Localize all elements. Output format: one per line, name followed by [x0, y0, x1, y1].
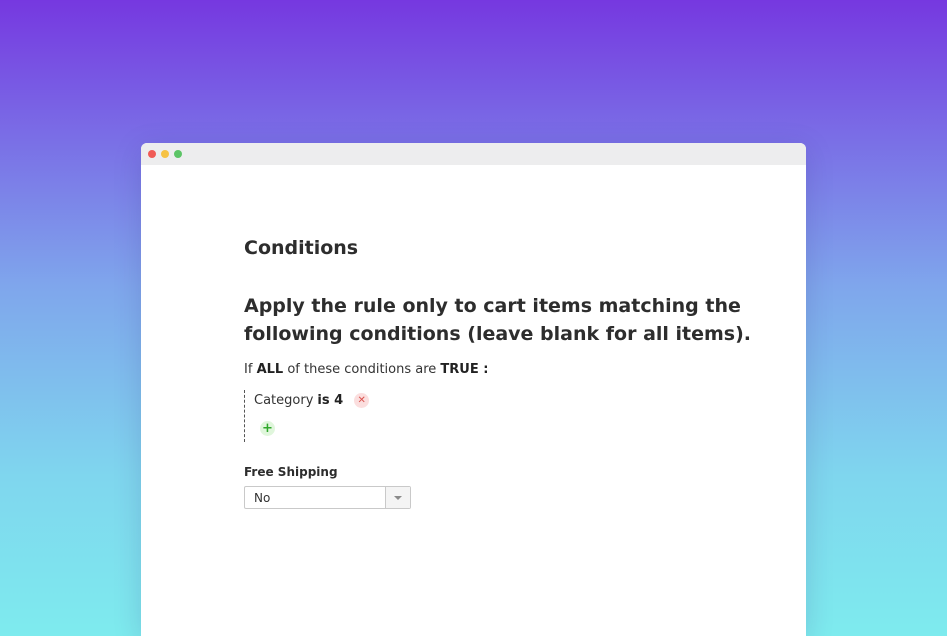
free-shipping-select[interactable]: No — [244, 486, 411, 509]
rule-heading: Apply the rule only to cart items matchi… — [244, 295, 752, 345]
condition-item: Category is 4 ✕ — [254, 393, 370, 408]
if-prefix: If — [244, 362, 253, 377]
window-maximize-button[interactable] — [174, 150, 182, 158]
browser-window: Conditions Apply the rule only to cart i… — [141, 143, 806, 636]
add-condition-icon[interactable]: + — [260, 421, 275, 436]
if-middle: of these conditions are — [287, 362, 437, 377]
condition-operator-value[interactable]: is 4 — [317, 393, 343, 408]
remove-condition-icon[interactable]: ✕ — [354, 393, 370, 408]
chevron-down-icon[interactable] — [385, 487, 410, 508]
condition-attribute: Category — [254, 393, 314, 408]
aggregator-toggle[interactable]: ALL — [257, 362, 284, 377]
free-shipping-label: Free Shipping — [244, 465, 338, 479]
free-shipping-value: No — [254, 491, 271, 505]
condition-tree: Category is 4 ✕ + — [244, 390, 445, 442]
section-title: Conditions — [244, 237, 359, 259]
window-titlebar — [141, 143, 806, 165]
value-toggle[interactable]: TRUE : — [440, 362, 488, 377]
window-close-button[interactable] — [148, 150, 156, 158]
condition-aggregator-line: If ALL of these conditions are TRUE : — [244, 362, 488, 377]
window-minimize-button[interactable] — [161, 150, 169, 158]
